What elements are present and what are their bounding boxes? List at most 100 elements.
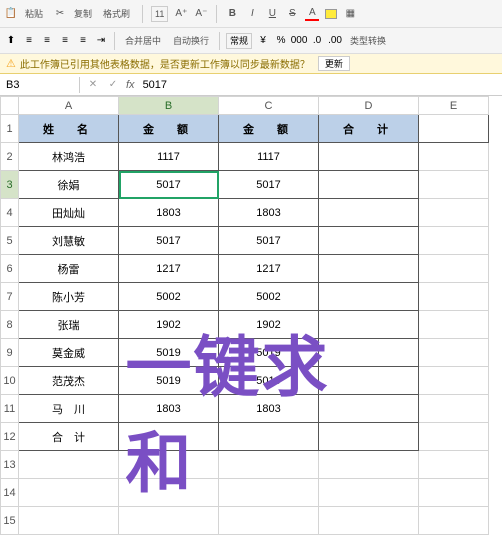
cell-a5[interactable]: 刘慧敏 xyxy=(19,227,119,255)
cell-b11[interactable]: 1803 xyxy=(119,395,219,423)
merge-center-button[interactable]: 合并居中 xyxy=(121,33,165,48)
font-decrease-icon[interactable]: A⁻ xyxy=(194,7,208,21)
cell-b10[interactable]: 5019 xyxy=(119,367,219,395)
cell-e12[interactable] xyxy=(419,423,489,451)
comma-icon[interactable]: 000 xyxy=(292,34,306,48)
paste-button[interactable]: 粘贴 xyxy=(21,6,47,21)
cell-e14[interactable] xyxy=(419,479,489,507)
cell-a12[interactable]: 合 计 xyxy=(19,423,119,451)
align-left-icon[interactable]: ≡ xyxy=(40,34,54,48)
row-header-14[interactable]: 14 xyxy=(1,479,19,507)
cell-b12[interactable] xyxy=(119,423,219,451)
font-color-button[interactable]: A xyxy=(305,7,319,21)
header-amount1[interactable]: 金 额 xyxy=(119,115,219,143)
cell-d5[interactable] xyxy=(319,227,419,255)
cell-a10[interactable]: 范茂杰 xyxy=(19,367,119,395)
cell-c13[interactable] xyxy=(219,451,319,479)
row-header-11[interactable]: 11 xyxy=(1,395,19,423)
currency-icon[interactable]: ¥ xyxy=(256,34,270,48)
cell-b9[interactable]: 5019 xyxy=(119,339,219,367)
header-amount2[interactable]: 金 额 xyxy=(219,115,319,143)
name-box[interactable]: B3 xyxy=(0,77,80,93)
cell-a15[interactable] xyxy=(19,507,119,535)
row-header-1[interactable]: 1 xyxy=(1,115,19,143)
cell-b4[interactable]: 1803 xyxy=(119,199,219,227)
cell-a8[interactable]: 张瑞 xyxy=(19,311,119,339)
font-size-select[interactable]: 11 xyxy=(151,6,168,22)
cell-e9[interactable] xyxy=(419,339,489,367)
decimal-inc-icon[interactable]: .0 xyxy=(310,34,324,48)
cell-e3[interactable] xyxy=(419,171,489,199)
cell-a13[interactable] xyxy=(19,451,119,479)
align-right-icon[interactable]: ≡ xyxy=(76,34,90,48)
cell-b2[interactable]: 1117 xyxy=(119,143,219,171)
underline-button[interactable]: U xyxy=(265,7,279,21)
cell-e11[interactable] xyxy=(419,395,489,423)
cell-a4[interactable]: 田灿灿 xyxy=(19,199,119,227)
cell-c3[interactable]: 5017 xyxy=(219,171,319,199)
percent-icon[interactable]: % xyxy=(274,34,288,48)
cell-d4[interactable] xyxy=(319,199,419,227)
cell-c14[interactable] xyxy=(219,479,319,507)
font-increase-icon[interactable]: A⁺ xyxy=(174,7,188,21)
cell-e7[interactable] xyxy=(419,283,489,311)
italic-button[interactable]: I xyxy=(245,7,259,21)
row-header-6[interactable]: 6 xyxy=(1,255,19,283)
cell-e8[interactable] xyxy=(419,311,489,339)
cell-a7[interactable]: 陈小芳 xyxy=(19,283,119,311)
row-header-4[interactable]: 4 xyxy=(1,199,19,227)
cell-d15[interactable] xyxy=(319,507,419,535)
cell-b13[interactable] xyxy=(119,451,219,479)
col-header-e[interactable]: E xyxy=(419,97,489,115)
cell-c12[interactable] xyxy=(219,423,319,451)
formula-input[interactable] xyxy=(141,77,496,93)
align-middle-icon[interactable]: ≡ xyxy=(22,34,36,48)
row-header-3[interactable]: 3 xyxy=(1,171,19,199)
cell-c8[interactable]: 1902 xyxy=(219,311,319,339)
cell-b5[interactable]: 5017 xyxy=(119,227,219,255)
cell-c5[interactable]: 5017 xyxy=(219,227,319,255)
cell-d6[interactable] xyxy=(319,255,419,283)
indent-icon[interactable]: ⇥ xyxy=(94,34,108,48)
cell-c10[interactable]: 5019 xyxy=(219,367,319,395)
cell-d2[interactable] xyxy=(319,143,419,171)
align-center-icon[interactable]: ≡ xyxy=(58,34,72,48)
fx-icon[interactable]: fx xyxy=(126,79,135,91)
row-header-9[interactable]: 9 xyxy=(1,339,19,367)
paste-icon[interactable]: 📋 xyxy=(4,7,18,21)
row-header-7[interactable]: 7 xyxy=(1,283,19,311)
number-format-select[interactable]: 常规 xyxy=(226,33,252,49)
row-header-5[interactable]: 5 xyxy=(1,227,19,255)
strike-button[interactable]: S xyxy=(285,7,299,21)
cell-e2[interactable] xyxy=(419,143,489,171)
cell-e5[interactable] xyxy=(419,227,489,255)
cell-c4[interactable]: 1803 xyxy=(219,199,319,227)
cell-d9[interactable] xyxy=(319,339,419,367)
fill-color-button[interactable] xyxy=(325,9,337,19)
cell-b6[interactable]: 1217 xyxy=(119,255,219,283)
row-header-2[interactable]: 2 xyxy=(1,143,19,171)
type-convert-button[interactable]: 类型转换 xyxy=(346,33,390,48)
cell-e1[interactable] xyxy=(419,115,489,143)
cell-a11[interactable]: 马 川 xyxy=(19,395,119,423)
cell-d7[interactable] xyxy=(319,283,419,311)
border-button[interactable]: ▦ xyxy=(343,7,357,21)
cut-icon[interactable]: ✂ xyxy=(53,7,67,21)
cell-a3[interactable]: 徐娟 xyxy=(19,171,119,199)
cancel-icon[interactable]: ✕ xyxy=(86,78,100,92)
cell-d11[interactable] xyxy=(319,395,419,423)
cell-c11[interactable]: 1803 xyxy=(219,395,319,423)
row-header-15[interactable]: 15 xyxy=(1,507,19,535)
cell-e15[interactable] xyxy=(419,507,489,535)
cell-d12[interactable] xyxy=(319,423,419,451)
row-header-8[interactable]: 8 xyxy=(1,311,19,339)
cell-b7[interactable]: 5002 xyxy=(119,283,219,311)
cell-e4[interactable] xyxy=(419,199,489,227)
cell-e6[interactable] xyxy=(419,255,489,283)
cell-d3[interactable] xyxy=(319,171,419,199)
cell-d14[interactable] xyxy=(319,479,419,507)
cell-a6[interactable]: 杨雷 xyxy=(19,255,119,283)
header-name[interactable]: 姓 名 xyxy=(19,115,119,143)
row-header-13[interactable]: 13 xyxy=(1,451,19,479)
cell-c7[interactable]: 5002 xyxy=(219,283,319,311)
